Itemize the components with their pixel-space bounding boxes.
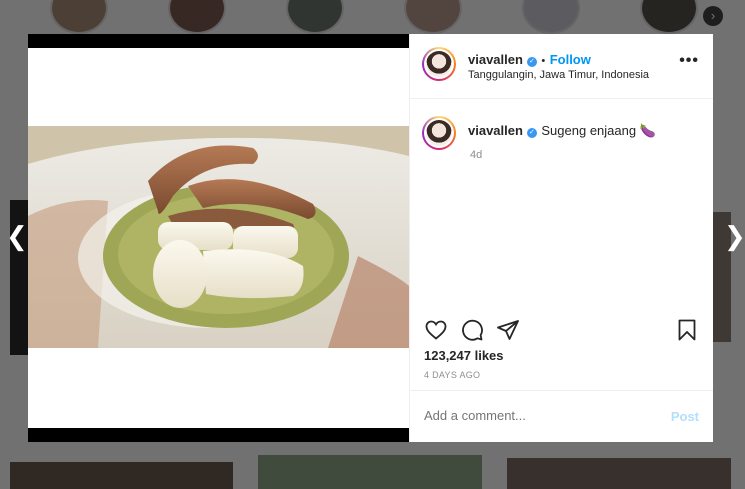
caption-timestamp[interactable]: 4d bbox=[470, 149, 482, 161]
action-bar bbox=[424, 318, 699, 342]
comment-input[interactable] bbox=[424, 408, 644, 423]
username-link[interactable]: viavallen bbox=[468, 52, 523, 67]
comment-bar: Post bbox=[410, 390, 713, 443]
letterbox-bottom bbox=[28, 428, 409, 442]
avatar[interactable] bbox=[422, 47, 456, 81]
post-details-panel: viavallen ✓ • Follow Tanggulangin, Jawa T… bbox=[409, 34, 713, 442]
location-link[interactable]: Tanggulangin, Jawa Timur, Indonesia bbox=[468, 69, 649, 81]
post-photo[interactable] bbox=[28, 126, 409, 348]
post-modal: viavallen ✓ • Follow Tanggulangin, Jawa T… bbox=[28, 34, 713, 442]
post-date[interactable]: 4 DAYS AGO bbox=[424, 370, 480, 380]
comments-area: viavallen ✓ Sugeng enjaang 🍆 4d bbox=[410, 98, 713, 310]
likes-count[interactable]: 123,247 likes bbox=[424, 348, 504, 363]
comment-icon[interactable] bbox=[460, 318, 484, 342]
send-icon[interactable] bbox=[496, 318, 520, 342]
verified-badge-icon: ✓ bbox=[526, 57, 537, 67]
heart-icon[interactable] bbox=[424, 318, 448, 342]
bookmark-icon[interactable] bbox=[675, 318, 699, 342]
caption-text: Sugeng enjaang 🍆 bbox=[541, 123, 656, 138]
chevron-right-icon[interactable]: ❯ bbox=[724, 222, 745, 252]
separator-dot: • bbox=[541, 55, 546, 67]
letterbox-top bbox=[28, 34, 409, 48]
chevron-left-icon[interactable]: ❮ bbox=[6, 222, 28, 252]
post-media bbox=[28, 34, 409, 442]
caption-username[interactable]: viavallen bbox=[468, 123, 523, 138]
post-header: viavallen ✓ • Follow Tanggulangin, Jawa T… bbox=[410, 34, 713, 99]
avatar[interactable] bbox=[422, 116, 456, 150]
post-comment-button[interactable]: Post bbox=[671, 409, 699, 424]
more-horizontal-icon[interactable]: ••• bbox=[679, 52, 699, 70]
follow-button[interactable]: Follow bbox=[550, 52, 591, 67]
verified-badge-icon: ✓ bbox=[526, 128, 537, 138]
